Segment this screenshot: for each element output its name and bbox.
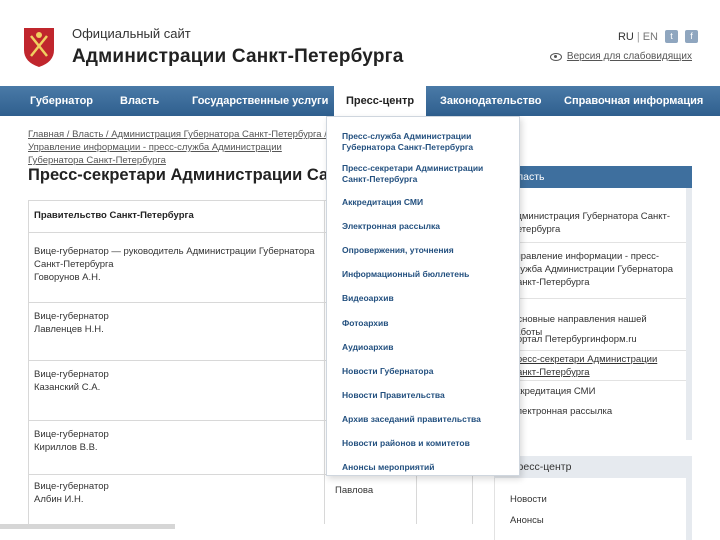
sidebar-item[interactable]: Портал Петербургинформ.ru bbox=[510, 333, 680, 346]
sidebar-divider bbox=[494, 242, 686, 243]
accessibility-link[interactable]: Версия для слабовидящих bbox=[549, 51, 692, 62]
sidebar-menu-press bbox=[494, 478, 692, 540]
dropdown-item-refutations[interactable]: Опровержения, уточнения bbox=[342, 245, 512, 256]
eye-icon bbox=[549, 52, 562, 61]
lang-en-link[interactable]: EN bbox=[643, 31, 658, 43]
sidebar-divider bbox=[494, 380, 686, 381]
dropdown-item-audio-archive[interactable]: Аудиоархив bbox=[342, 342, 512, 353]
dropdown-item-governor-news[interactable]: Новости Губернатора bbox=[342, 366, 512, 377]
nav-power[interactable]: Власть bbox=[120, 86, 159, 116]
row-name[interactable]: Кириллов В.В. bbox=[34, 441, 324, 454]
table-row: Вице-губернатор Кириллов В.В. bbox=[34, 428, 324, 454]
row-position: Вице-губернатор — руководитель Администр… bbox=[34, 246, 315, 270]
dropdown-item-accreditation[interactable]: Аккредитация СМИ bbox=[342, 197, 512, 208]
lang-separator: | bbox=[636, 30, 640, 43]
table-divider-2 bbox=[416, 476, 417, 524]
table-row: Вице-губернатор Албин И.Н. bbox=[34, 480, 324, 506]
sidebar-header-power[interactable]: Власть bbox=[494, 166, 692, 188]
nav-press-center[interactable]: Пресс-центр bbox=[334, 86, 427, 116]
sidebar-item[interactable]: Управление информации - пресс-служба Адм… bbox=[510, 250, 680, 289]
coat-of-arms-logo[interactable] bbox=[22, 26, 56, 68]
nav-government-services[interactable]: Государственные услуги bbox=[192, 86, 328, 116]
sidebar-item[interactable]: Анонсы bbox=[510, 514, 680, 527]
nav-legislation[interactable]: Законодательство bbox=[440, 86, 542, 116]
table-cell-name: Павлова bbox=[335, 485, 374, 496]
table-divider-1 bbox=[324, 200, 325, 524]
row-position: Вице-губернатор bbox=[34, 369, 109, 380]
dropdown-item-press-secretaries[interactable]: Пресс-секретари Администрации Санкт-Пете… bbox=[342, 163, 512, 185]
sidebar-item[interactable]: Электронная рассылка bbox=[510, 405, 680, 418]
lang-ru-link[interactable]: RU bbox=[618, 31, 634, 43]
table-header: Правительство Санкт-Петербурга bbox=[34, 210, 194, 221]
accessibility-label: Версия для слабовидящих bbox=[566, 51, 692, 62]
nav-governor[interactable]: Губернатор bbox=[30, 86, 93, 116]
site-subtitle: Официальный сайт bbox=[72, 26, 191, 41]
main-navigation: Губернатор Власть Государственные услуги… bbox=[0, 86, 720, 116]
sidebar-item[interactable]: Аккредитация СМИ bbox=[510, 385, 680, 398]
dropdown-item-meetings-archive[interactable]: Архив заседаний правительства bbox=[342, 414, 512, 425]
table-border-left bbox=[28, 200, 29, 524]
row-name[interactable]: Лавленцев Н.Н. bbox=[34, 323, 324, 336]
sidebar-header-press-center[interactable]: Пресс-центр bbox=[494, 456, 692, 478]
facebook-icon[interactable]: f bbox=[685, 30, 698, 43]
dropdown-item-press-service[interactable]: Пресс-служба Администрации Губернатора С… bbox=[342, 131, 512, 153]
breadcrumb[interactable]: Главная / Власть / Администрация Губерна… bbox=[28, 128, 328, 167]
row-name[interactable]: Говорунов А.Н. bbox=[34, 271, 324, 284]
sidebar-item-active[interactable]: Пресс-секретари Администрации Санкт-Пете… bbox=[510, 353, 680, 379]
row-position: Вице-губернатор bbox=[34, 311, 109, 322]
dropdown-item-district-news[interactable]: Новости районов и комитетов bbox=[342, 438, 512, 449]
dropdown-item-video-archive[interactable]: Видеоархив bbox=[342, 293, 512, 304]
row-position: Вице-губернатор bbox=[34, 481, 109, 492]
twitter-icon[interactable]: t bbox=[665, 30, 678, 43]
dropdown-item-event-announcements[interactable]: Анонсы мероприятий bbox=[342, 462, 512, 473]
table-row: Вице-губернатор Лавленцев Н.Н. bbox=[34, 310, 324, 336]
site-title[interactable]: Администрации Санкт-Петербурга bbox=[72, 46, 404, 68]
sidebar-divider bbox=[494, 350, 686, 351]
row-name[interactable]: Албин И.Н. bbox=[34, 493, 324, 506]
dropdown-item-newsletter[interactable]: Электронная рассылка bbox=[342, 221, 512, 232]
sidebar-divider bbox=[494, 298, 686, 299]
dropdown-item-photo-archive[interactable]: Фотоархив bbox=[342, 318, 512, 329]
dropdown-item-bulletin[interactable]: Информационный бюллетень bbox=[342, 269, 512, 280]
dropdown-item-government-news[interactable]: Новости Правительства bbox=[342, 390, 512, 401]
table-row: Вице-губернатор — руководитель Администр… bbox=[34, 245, 324, 284]
table-row: Вице-губернатор Казанский С.А. bbox=[34, 368, 324, 394]
language-switcher: RU | EN t f bbox=[618, 30, 698, 43]
press-center-dropdown: Пресс-служба Администрации Губернатора С… bbox=[326, 116, 520, 476]
sidebar-item[interactable]: Новости bbox=[510, 493, 680, 506]
page-title: Пресс-секретари Администрации Санкт-Пете… bbox=[28, 166, 328, 184]
row-position: Вице-губернатор bbox=[34, 429, 109, 440]
nav-reference-info[interactable]: Справочная информация bbox=[564, 86, 703, 116]
horizontal-scrollbar[interactable] bbox=[0, 524, 175, 529]
row-name[interactable]: Казанский С.А. bbox=[34, 381, 324, 394]
sidebar-item[interactable]: Администрация Губернатора Санкт-Петербур… bbox=[510, 210, 680, 236]
